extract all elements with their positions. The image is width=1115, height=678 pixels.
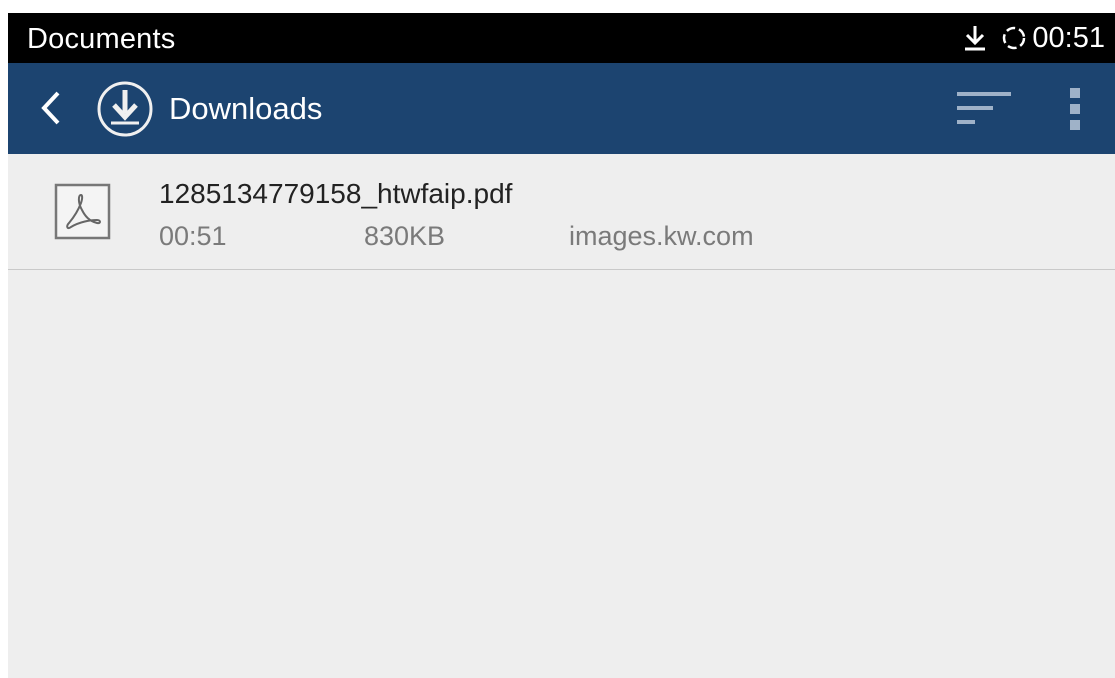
status-indicators: 00:51 xyxy=(962,21,1105,55)
more-options-button[interactable] xyxy=(1060,85,1090,133)
status-time: 00:51 xyxy=(1032,22,1105,54)
app-bar: Downloads xyxy=(8,63,1115,154)
file-time: 00:51 xyxy=(159,221,227,251)
sort-icon xyxy=(957,92,1011,124)
file-name: 1285134779158_htwfaip.pdf xyxy=(159,178,513,209)
downloads-icon xyxy=(96,80,154,138)
page-title: Downloads xyxy=(169,91,323,126)
back-button[interactable] xyxy=(34,85,68,131)
file-list-item[interactable]: 1285134779158_htwfaip.pdf 00:51 830KB im… xyxy=(8,154,1115,270)
screen: Documents 00:51 Downloads 1285134779158_… xyxy=(8,13,1115,678)
more-vert-icon xyxy=(1070,88,1080,130)
download-icon xyxy=(962,23,988,53)
status-bar-title: Documents xyxy=(27,23,176,55)
pdf-icon xyxy=(54,183,111,240)
back-icon xyxy=(41,91,60,125)
sort-button[interactable] xyxy=(953,88,1015,128)
status-bar: Documents 00:51 xyxy=(8,13,1115,63)
sync-icon xyxy=(1000,24,1028,52)
file-source: images.kw.com xyxy=(569,221,754,251)
file-size: 830KB xyxy=(364,221,446,251)
